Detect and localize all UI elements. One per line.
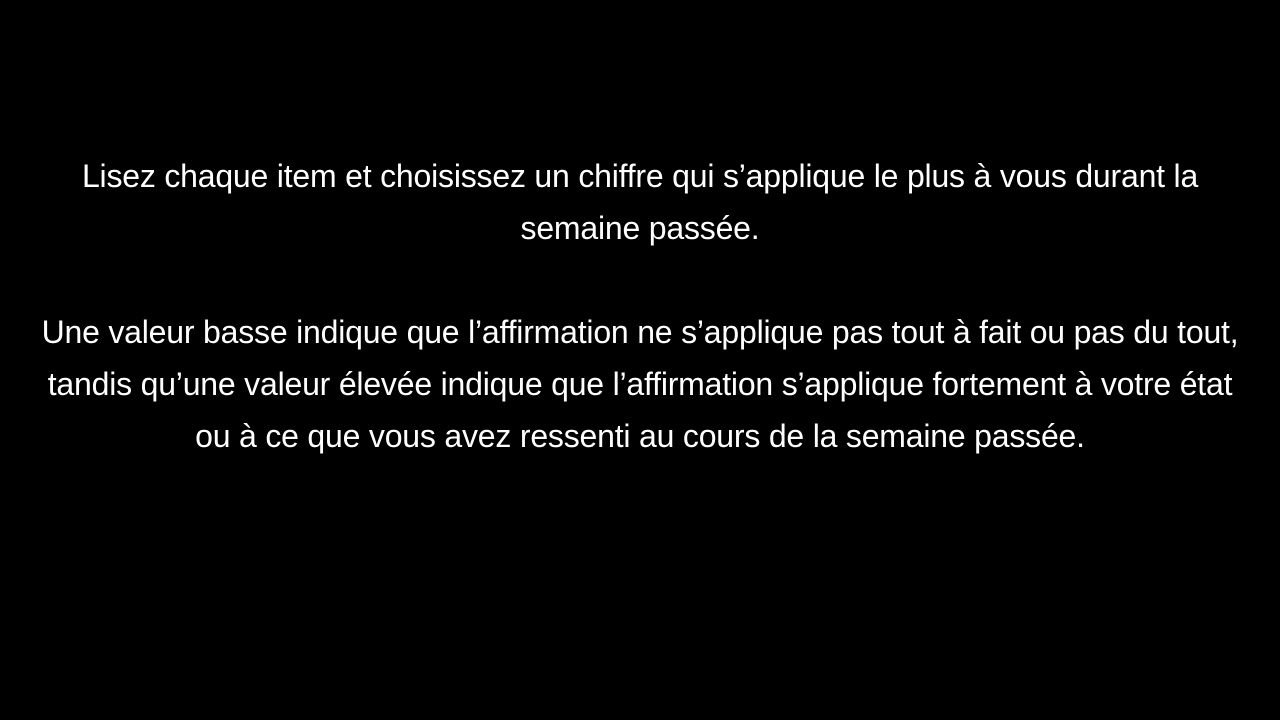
slide: Lisez chaque item et choisissez un chiff… — [0, 0, 1280, 720]
instruction-paragraph-2: Une valeur basse indique que l’affirmati… — [41, 314, 1239, 454]
instructions-text-block: Lisez chaque item et choisissez un chiff… — [40, 150, 1240, 462]
instruction-paragraph-1: Lisez chaque item et choisissez un chiff… — [81, 158, 1199, 246]
